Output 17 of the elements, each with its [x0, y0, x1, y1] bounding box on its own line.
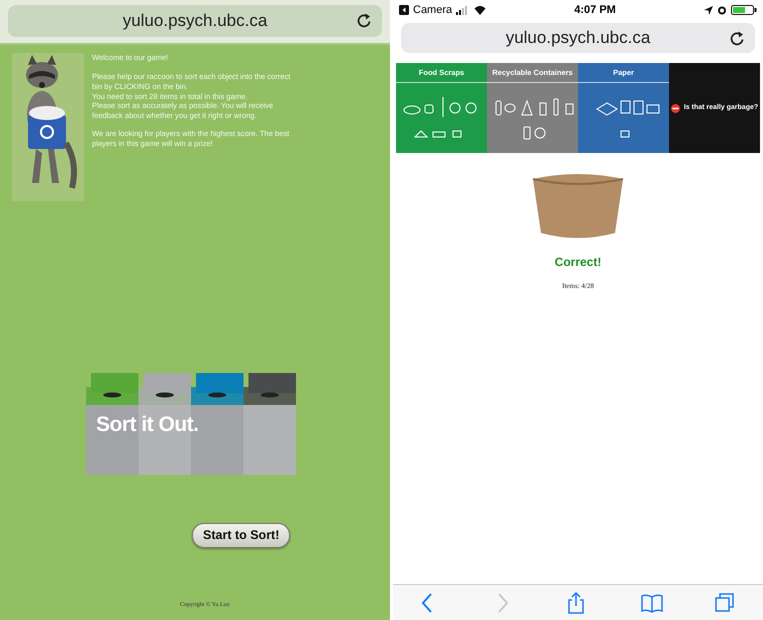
tabs-icon[interactable] [715, 592, 737, 614]
logo-text: Sort it Out. [96, 412, 198, 438]
location-icon [704, 6, 713, 14]
reload-icon[interactable] [356, 12, 372, 28]
alarm-icon [717, 5, 727, 15]
back-to-app-icon[interactable] [399, 5, 409, 15]
battery-icon [731, 5, 757, 15]
stop-sign-icon [670, 104, 680, 112]
address-bar[interactable]: yuluo.psych.ubc.ca [401, 23, 755, 53]
address-bar[interactable]: yuluo.psych.ubc.ca [8, 5, 382, 37]
feedback-text: Correct! [554, 254, 602, 271]
bookmarks-icon[interactable] [641, 592, 663, 614]
status-time: 4:07 PM [574, 4, 616, 16]
start-button[interactable]: Start to Sort! [192, 523, 290, 548]
back-app-label[interactable]: Camera [413, 2, 452, 18]
reload-icon[interactable] [729, 30, 745, 46]
wifi-icon [474, 5, 486, 15]
